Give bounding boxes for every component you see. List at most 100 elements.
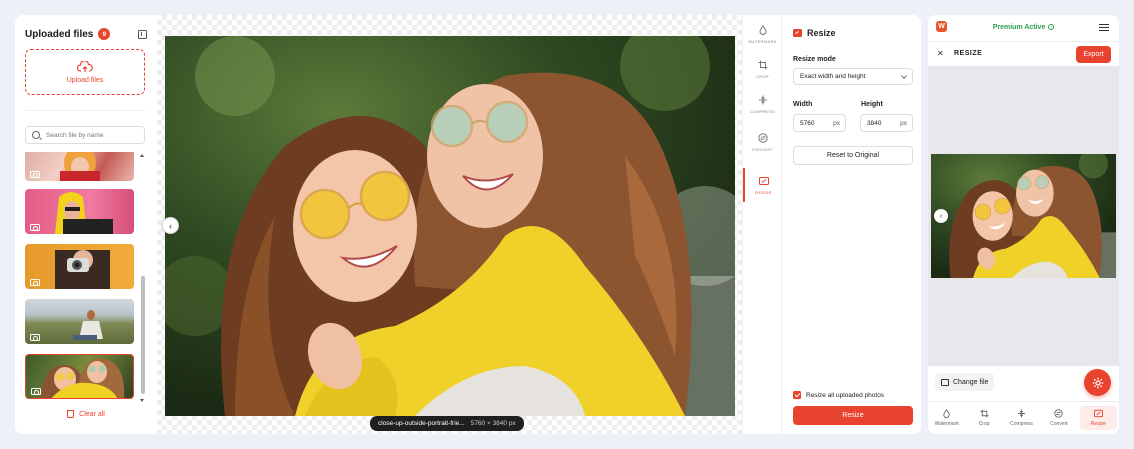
mobile-nav-label: Convert xyxy=(1050,421,1068,427)
height-unit: px xyxy=(900,119,907,127)
resize-settings-panel: Resize Resize mode Exact width and heigh… xyxy=(781,15,921,434)
tool-crop[interactable]: CROP xyxy=(743,52,782,86)
width-label: Width xyxy=(793,101,813,108)
tool-resize[interactable]: RESIZE xyxy=(743,168,782,202)
resize-icon xyxy=(1093,409,1103,418)
cloud-upload-icon xyxy=(77,60,93,72)
resize-all-checkbox[interactable] xyxy=(793,391,801,399)
mobile-nav-label: Resize xyxy=(1090,421,1106,427)
tool-convert-label: CONVERT xyxy=(751,146,774,152)
settings-fab-button[interactable] xyxy=(1084,369,1111,396)
thumbnail-item[interactable] xyxy=(25,244,134,289)
resize-button[interactable]: Resize xyxy=(793,406,913,425)
mobile-nav-crop[interactable]: Crop xyxy=(965,402,1002,434)
resize-all-label: Resize all uploaded photos xyxy=(806,391,885,399)
mobile-nav-label: Watermark xyxy=(934,421,959,427)
clear-all-button[interactable]: Clear all xyxy=(15,410,157,418)
image-canvas: ‹ close-up-outside-portrait-frie... 5760… xyxy=(157,15,742,434)
close-icon[interactable]: ✕ xyxy=(937,49,944,58)
premium-status-label: Premium Active xyxy=(992,24,1046,31)
width-value: 5760 xyxy=(800,119,815,127)
mobile-nav-compress[interactable]: Compress xyxy=(1003,402,1040,434)
scrollbar-thumb[interactable] xyxy=(140,276,145,394)
tool-watermark[interactable]: WATERMARK xyxy=(743,17,782,51)
camera-icon xyxy=(30,171,40,178)
export-button[interactable]: Export xyxy=(1076,46,1111,63)
resize-panel-title: Resize xyxy=(793,28,836,38)
scroll-down-icon[interactable] xyxy=(140,399,144,402)
tool-compress[interactable]: COMPRESS xyxy=(743,87,782,121)
clear-all-label: Clear all xyxy=(79,410,105,418)
tool-convert[interactable]: CONVERT xyxy=(743,125,782,159)
camera-icon xyxy=(30,224,40,231)
tool-rail: WATERMARK CROP COMPRESS CONVERT RESIZE xyxy=(742,15,781,434)
file-count-badge: 9 xyxy=(98,28,111,40)
file-info-pill: close-up-outside-portrait-frie... 5760 ×… xyxy=(370,416,524,431)
previous-image-button[interactable]: ‹ xyxy=(162,217,179,234)
hamburger-menu-icon[interactable] xyxy=(1099,24,1109,31)
thumbnail-item-selected[interactable] xyxy=(25,354,134,399)
crop-icon xyxy=(980,409,989,418)
mobile-image-stage: ‹ xyxy=(928,66,1119,366)
tool-compress-label: COMPRESS xyxy=(749,108,776,114)
mobile-header: ✕ RESIZE Export xyxy=(928,41,1119,66)
convert-icon xyxy=(757,132,768,143)
change-file-button[interactable]: Change file xyxy=(935,373,995,391)
width-unit: px xyxy=(833,119,840,127)
thumbnail-item[interactable] xyxy=(25,189,134,234)
camera-icon xyxy=(30,334,40,341)
mobile-preview: W Premium Active i ✕ RESIZE Export ‹ Cha… xyxy=(928,15,1119,434)
camera-icon xyxy=(30,279,40,286)
file-dimensions: 5760 × 3840 px xyxy=(470,420,516,427)
upload-files-label: Upload files xyxy=(66,76,104,84)
thumbnail-list xyxy=(25,152,135,404)
width-field[interactable]: 5760 px xyxy=(793,114,846,132)
resize-mode-value: Exact width and height xyxy=(800,73,866,80)
mobile-nav-label: Compress xyxy=(1010,421,1033,427)
search-icon xyxy=(32,131,40,139)
resize-icon xyxy=(758,176,769,185)
drop-icon xyxy=(758,24,767,35)
resize-title-label: Resize xyxy=(807,28,836,38)
change-file-label: Change file xyxy=(953,378,989,386)
convert-icon xyxy=(1054,409,1064,418)
chevron-down-icon xyxy=(901,73,907,79)
thumbnail-item[interactable] xyxy=(25,152,134,181)
height-field[interactable]: 3840 px xyxy=(860,114,913,132)
tool-watermark-label: WATERMARK xyxy=(748,38,777,44)
sidebar-divider xyxy=(25,110,145,111)
mobile-bottom-nav: Watermark Crop Compress Convert Resize xyxy=(928,401,1119,434)
main-photo xyxy=(165,36,735,416)
image-icon xyxy=(941,378,949,386)
upload-files-button[interactable]: Upload files xyxy=(25,49,145,95)
info-icon[interactable]: i xyxy=(1048,24,1055,31)
mobile-nav-label: Crop xyxy=(978,421,990,427)
resize-mode-label: Resize mode xyxy=(793,56,836,63)
thumbnail-scrollbar[interactable] xyxy=(140,152,145,402)
resize-mode-select[interactable]: Exact width and height xyxy=(793,68,913,85)
mobile-top-bar: W Premium Active i xyxy=(928,15,1119,41)
mobile-nav-convert[interactable]: Convert xyxy=(1040,402,1077,434)
search-box[interactable] xyxy=(25,126,145,144)
mobile-previous-button[interactable]: ‹ xyxy=(934,209,948,223)
mobile-nav-watermark[interactable]: Watermark xyxy=(928,402,965,434)
compress-icon xyxy=(758,95,767,104)
search-input[interactable] xyxy=(46,131,142,139)
mobile-page-title: RESIZE xyxy=(954,50,983,57)
drop-icon xyxy=(943,409,950,418)
thumbnail-item[interactable] xyxy=(25,299,134,344)
camera-icon xyxy=(31,388,41,395)
mobile-photo xyxy=(931,154,1116,278)
crop-icon xyxy=(758,60,767,69)
files-sidebar: Uploaded files 9 Upload files Search fil… xyxy=(15,15,157,434)
scroll-up-icon[interactable] xyxy=(140,154,144,157)
height-value: 3840 xyxy=(867,119,882,127)
collapse-sidebar-icon[interactable] xyxy=(138,29,147,39)
resize-all-checkbox-row[interactable]: Resize all uploaded photos xyxy=(793,391,884,399)
tool-crop-label: CROP xyxy=(756,73,769,79)
file-name: close-up-outside-portrait-frie... xyxy=(378,420,465,427)
resize-icon xyxy=(793,29,802,37)
mobile-nav-resize[interactable]: Resize xyxy=(1079,406,1118,430)
compress-icon xyxy=(1017,409,1026,418)
reset-to-original-button[interactable]: Reset to Original xyxy=(793,146,913,165)
